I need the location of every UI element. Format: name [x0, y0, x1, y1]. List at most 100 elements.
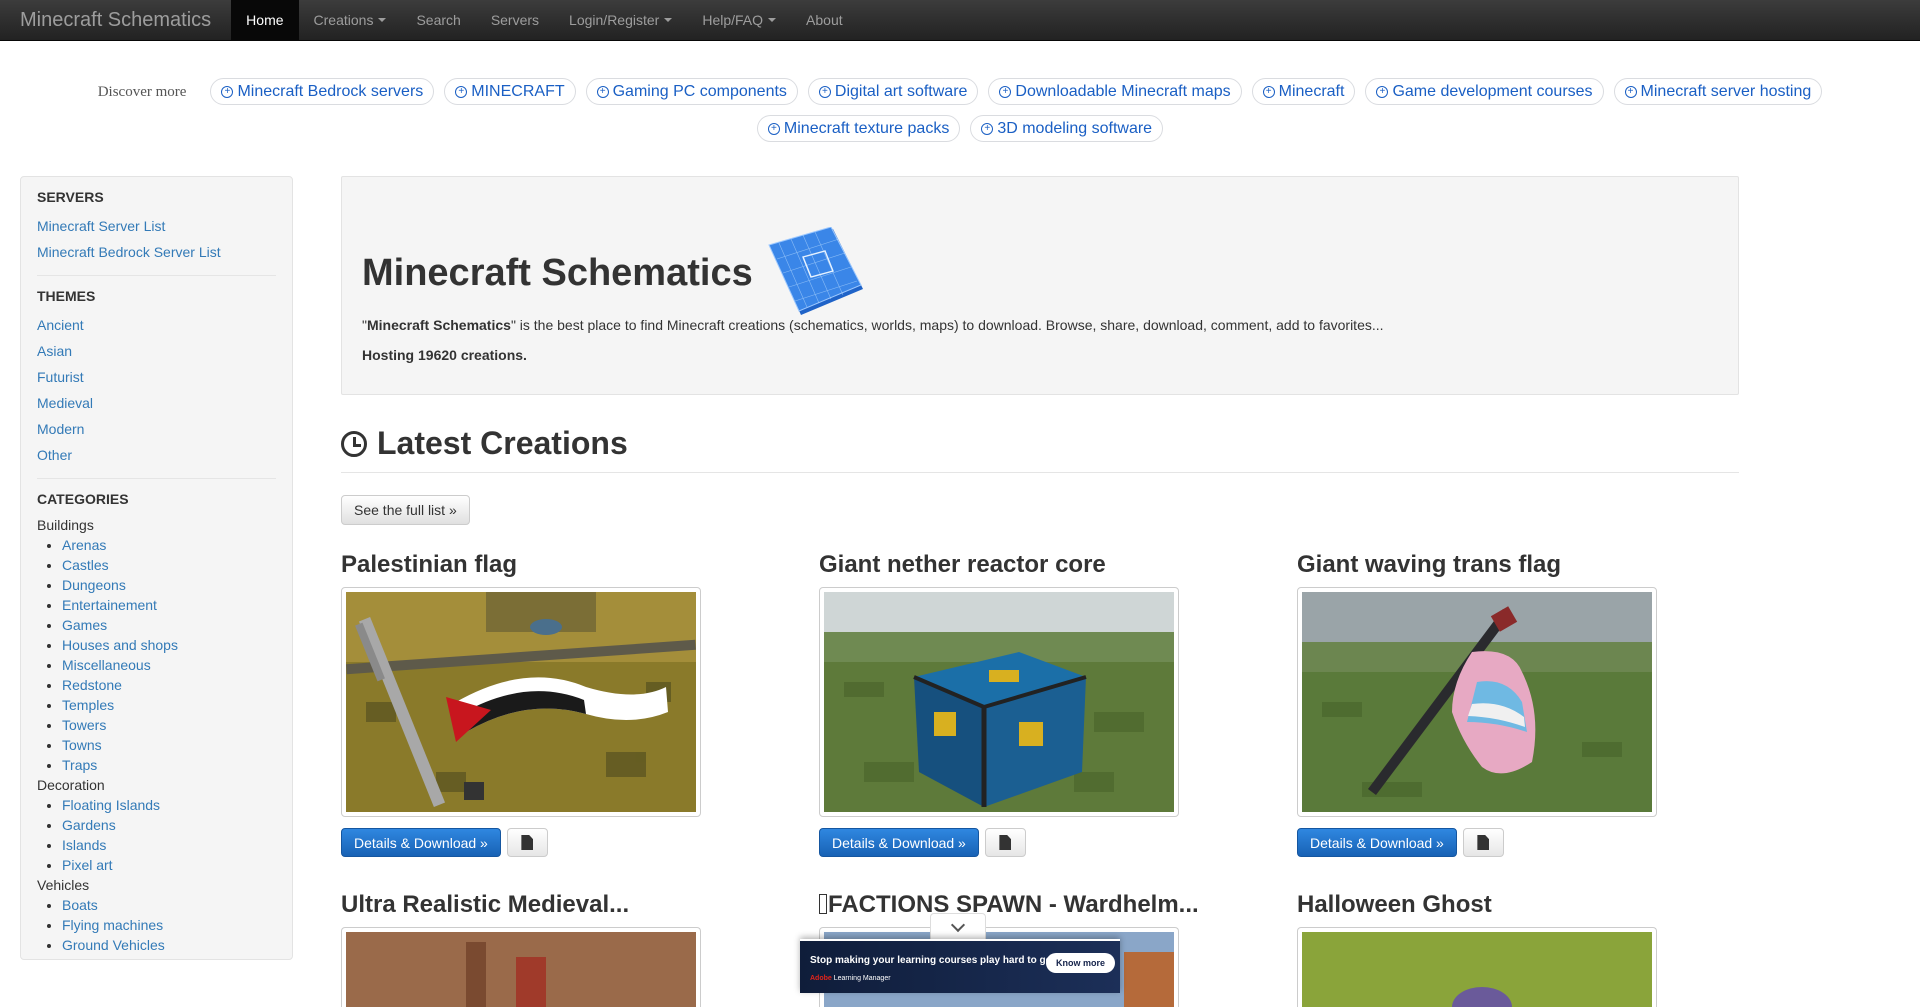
- category-link[interactable]: Floating Islands: [62, 797, 160, 813]
- file-button[interactable]: [984, 828, 1026, 857]
- discover-chip[interactable]: + Minecraft server hosting: [1613, 78, 1823, 105]
- details-download-button[interactable]: Details & Download »: [819, 828, 979, 857]
- category-link[interactable]: Pixel art: [62, 857, 113, 873]
- discover-chip[interactable]: + Minecraft Bedrock servers: [210, 78, 435, 105]
- latest-creations-heading: Latest Creations: [377, 425, 628, 461]
- file-button[interactable]: [506, 828, 548, 857]
- category-link[interactable]: Flying machines: [62, 917, 163, 933]
- discover-chip[interactable]: + MINECRAFT: [444, 78, 576, 105]
- nav-search-label: Search: [416, 12, 461, 28]
- list-item: Ground Vehicles: [62, 935, 276, 955]
- nav-search[interactable]: Search: [401, 0, 475, 40]
- category-link[interactable]: Castles: [62, 557, 109, 573]
- category-link[interactable]: Games: [62, 617, 107, 633]
- category-link[interactable]: Gardens: [62, 817, 116, 833]
- category-link[interactable]: Towers: [62, 717, 106, 733]
- discover-chip[interactable]: + Downloadable Minecraft maps: [988, 78, 1242, 105]
- discover-chip[interactable]: + Minecraft texture packs: [756, 115, 961, 142]
- chip-label: Minecraft Bedrock servers: [237, 82, 424, 100]
- creation-thumbnail[interactable]: [341, 927, 701, 1007]
- chip-label: Digital art software: [834, 82, 968, 100]
- ad-collapse-toggle[interactable]: [930, 913, 986, 939]
- plus-circle-icon: +: [455, 85, 468, 98]
- creation-card: Giant nether reactor core Details & Down…: [819, 551, 1259, 857]
- chip-label: Downloadable Minecraft maps: [1015, 82, 1231, 100]
- nav-creations[interactable]: Creations: [299, 0, 402, 40]
- ad-brand-red: Adobe: [810, 975, 832, 982]
- creation-actions: Details & Download »: [819, 828, 1026, 857]
- list-item: Islands: [62, 835, 276, 855]
- category-link[interactable]: Boats: [62, 897, 98, 913]
- nav-help-faq[interactable]: Help/FAQ: [687, 0, 791, 40]
- category-link[interactable]: Miscellaneous: [62, 657, 151, 673]
- list-item: Houses and shops: [62, 635, 276, 655]
- category-link[interactable]: Dungeons: [62, 577, 126, 593]
- chip-label: Minecraft server hosting: [1640, 82, 1812, 100]
- creation-thumbnail[interactable]: [1297, 927, 1657, 1007]
- list-item: Redstone: [62, 675, 276, 695]
- discover-chip[interactable]: + Minecraft: [1251, 78, 1356, 105]
- nav-about[interactable]: About: [791, 0, 858, 40]
- ad-banner[interactable]: Stop making your learning courses play h…: [800, 939, 1120, 993]
- category-link[interactable]: Traps: [62, 757, 97, 773]
- list-item: Entertainement: [62, 595, 276, 615]
- category-link[interactable]: Ground Vehicles: [62, 937, 165, 953]
- discover-chip[interactable]: +3D modeling software: [970, 115, 1164, 142]
- chip-label: Gaming PC components: [612, 82, 787, 100]
- nav-servers[interactable]: Servers: [476, 0, 554, 40]
- sidebar-theme-link[interactable]: Other: [37, 442, 276, 468]
- nav-servers-label: Servers: [490, 12, 540, 28]
- creation-title[interactable]: Giant nether reactor core: [819, 551, 1259, 579]
- list-item: Towers: [62, 715, 276, 735]
- category-list: Arenas Castles Dungeons Entertainement G…: [37, 535, 276, 775]
- sidebar-servers-heading: SERVERS: [37, 189, 104, 205]
- creation-title[interactable]: Palestinian flag: [341, 551, 781, 579]
- sidebar-theme-link[interactable]: Asian: [37, 338, 276, 364]
- creation-title[interactable]: Ultra Realistic Medieval...: [341, 891, 781, 919]
- category-link[interactable]: Houses and shops: [62, 637, 178, 653]
- category-group-label: Decoration: [37, 777, 105, 793]
- ad-know-more-button[interactable]: Know more: [1046, 953, 1116, 973]
- creation-title[interactable]: Giant waving trans flag: [1297, 551, 1737, 579]
- category-link[interactable]: Arenas: [62, 537, 106, 553]
- category-link[interactable]: Towns: [62, 737, 102, 753]
- sidebar-theme-link[interactable]: Medieval: [37, 390, 276, 416]
- list-item: Floating Islands: [62, 795, 276, 815]
- details-download-button[interactable]: Details & Download »: [1297, 828, 1457, 857]
- brand-link[interactable]: Minecraft Schematics: [0, 0, 231, 40]
- discover-chip[interactable]: + Game development courses: [1365, 78, 1604, 105]
- file-icon: [1477, 835, 1490, 850]
- creation-thumbnail[interactable]: [1297, 587, 1657, 817]
- sidebar-theme-link[interactable]: Ancient: [37, 312, 276, 338]
- file-button[interactable]: [1462, 828, 1504, 857]
- plus-circle-icon: +: [818, 85, 831, 98]
- page-title-text: Minecraft Schematics: [362, 251, 753, 294]
- nav-home[interactable]: Home: [231, 0, 299, 40]
- plus-circle-icon: +: [1376, 85, 1389, 98]
- list-item: Towns: [62, 735, 276, 755]
- nav-login-register[interactable]: Login/Register: [554, 0, 687, 40]
- creation-thumbnail[interactable]: [819, 587, 1179, 817]
- sidebar-theme-link[interactable]: Modern: [37, 416, 276, 442]
- discover-chip[interactable]: + Gaming PC components: [585, 78, 798, 105]
- creation-thumbnail-image: [824, 592, 1174, 812]
- nav-help-label: Help/FAQ: [702, 12, 764, 28]
- category-link[interactable]: Islands: [62, 837, 106, 853]
- plus-circle-icon: +: [1624, 85, 1637, 98]
- category-link[interactable]: Temples: [62, 697, 114, 713]
- category-link[interactable]: Entertainement: [62, 597, 157, 613]
- sidebar-link-bedrock-server-list[interactable]: Minecraft Bedrock Server List: [37, 239, 276, 265]
- top-navbar: Minecraft Schematics Home Creations Sear…: [0, 0, 1920, 41]
- details-download-button[interactable]: Details & Download »: [341, 828, 501, 857]
- sidebar-theme-link[interactable]: Futurist: [37, 364, 276, 390]
- site-name-bold: Minecraft Schematics: [366, 317, 511, 333]
- creation-title[interactable]: Halloween Ghost: [1297, 891, 1737, 919]
- sidebar-link-server-list[interactable]: Minecraft Server List: [37, 213, 276, 239]
- creation-thumbnail[interactable]: [341, 587, 701, 817]
- creation-actions: Details & Download »: [341, 828, 548, 857]
- discover-chip[interactable]: + Digital art software: [807, 78, 979, 105]
- see-full-list-button[interactable]: See the full list »: [341, 495, 470, 525]
- blueprint-logo-icon: [768, 227, 863, 315]
- nav-login-label: Login/Register: [569, 12, 660, 28]
- category-link[interactable]: Redstone: [62, 677, 122, 693]
